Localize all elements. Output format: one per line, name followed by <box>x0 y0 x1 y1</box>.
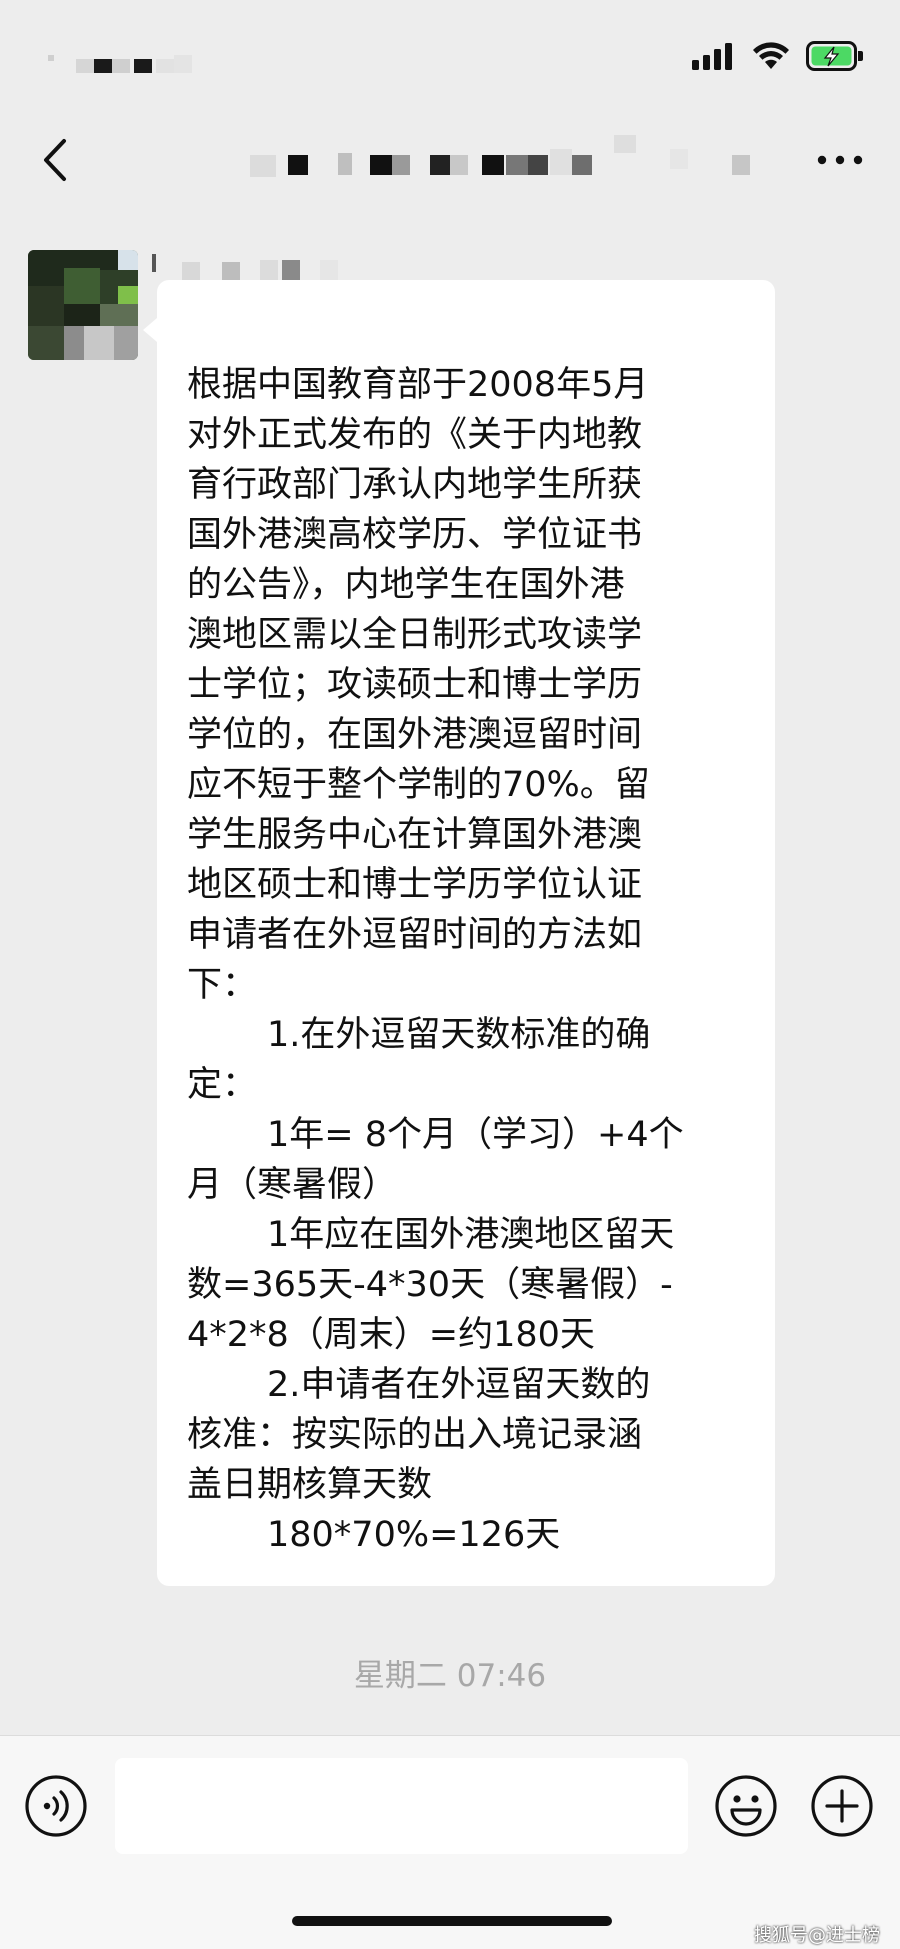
message-line: 育行政部门承认内地学生所获 <box>187 465 643 505</box>
message-line: 应不短于整个学制的70%。留 <box>187 765 650 805</box>
voice-button[interactable] <box>24 1774 88 1838</box>
chat-screen: 根据中国教育部于2008年5月 对外正式发布的《关于内地教 育行政部门承认内地学… <box>0 0 900 1949</box>
message-line: 数=365天-4*30天（寒暑假）- <box>187 1265 673 1305</box>
wifi-icon <box>753 42 789 69</box>
message-line: 士学位；攻读硕士和博士学历 <box>187 665 643 705</box>
status-time-obscured <box>48 45 198 77</box>
plus-icon <box>811 1775 873 1837</box>
more-button[interactable] <box>810 132 870 188</box>
message-line: 对外正式发布的《关于内地教 <box>187 415 643 455</box>
avatar[interactable] <box>28 250 138 360</box>
voice-icon <box>25 1775 87 1837</box>
chevron-left-icon <box>44 139 66 181</box>
message-line: 1年应在国外港澳地区留天 <box>267 1215 675 1255</box>
status-icons <box>692 40 864 72</box>
status-bar <box>0 0 900 110</box>
home-indicator <box>292 1916 612 1926</box>
message-line: 下： <box>187 965 258 1005</box>
message-line: 澳地区需以全日制形式攻读学 <box>187 615 643 655</box>
chat-messages[interactable]: 根据中国教育部于2008年5月 对外正式发布的《关于内地教 育行政部门承认内地学… <box>0 210 900 1735</box>
message-line: 地区硕士和博士学历学位认证 <box>187 865 643 905</box>
message-line: 的公告》，内地学生在国外港 <box>187 565 625 605</box>
message-line: 根据中国教育部于2008年5月 <box>187 365 649 405</box>
message-line: 180*70%=126天 <box>267 1515 561 1555</box>
message-bubble[interactable]: 根据中国教育部于2008年5月 对外正式发布的《关于内地教 育行政部门承认内地学… <box>143 280 775 1586</box>
message-line: 国外港澳高校学历、学位证书 <box>187 515 643 555</box>
message-line: 核准：按实际的出入境记录涵 <box>187 1415 643 1455</box>
plus-button[interactable] <box>810 1774 874 1838</box>
message-line: 学生服务中心在计算国外港澳 <box>187 815 643 855</box>
more-horizontal-icon <box>817 155 863 165</box>
chat-title-obscured <box>250 135 760 195</box>
cellular-signal-icon <box>692 43 732 70</box>
message-line: 盖日期核算天数 <box>187 1465 433 1505</box>
nav-bar <box>0 110 900 210</box>
sender-name-obscured <box>152 250 412 284</box>
message-text: 根据中国教育部于2008年5月 对外正式发布的《关于内地教 育行政部门承认内地学… <box>187 360 757 1560</box>
emoji-icon <box>715 1775 777 1837</box>
message-line: 定： <box>187 1065 258 1105</box>
message-line: 2.申请者在外逗留天数的 <box>267 1365 651 1405</box>
message-line: 月（寒暑假） <box>187 1165 398 1205</box>
back-button[interactable] <box>30 132 80 188</box>
message-line: 1.在外逗留天数标准的确 <box>267 1015 651 1055</box>
battery-charging-icon <box>806 41 863 71</box>
message-input[interactable] <box>115 1758 688 1854</box>
input-bar: 搜狐号@进士榜 <box>0 1735 900 1949</box>
message-timestamp: 星期二 07:46 <box>353 1658 547 1694</box>
emoji-button[interactable] <box>714 1774 778 1838</box>
message-line: 4*2*8（周末）=约180天 <box>187 1315 595 1355</box>
watermark: 搜狐号@进士榜 <box>754 1925 880 1946</box>
message-line: 1年= 8个月（学习）+4个 <box>267 1115 684 1155</box>
message-line: 申请者在外逗留时间的方法如 <box>187 915 643 955</box>
message-line: 学位的，在国外港澳逗留时间 <box>187 715 643 755</box>
